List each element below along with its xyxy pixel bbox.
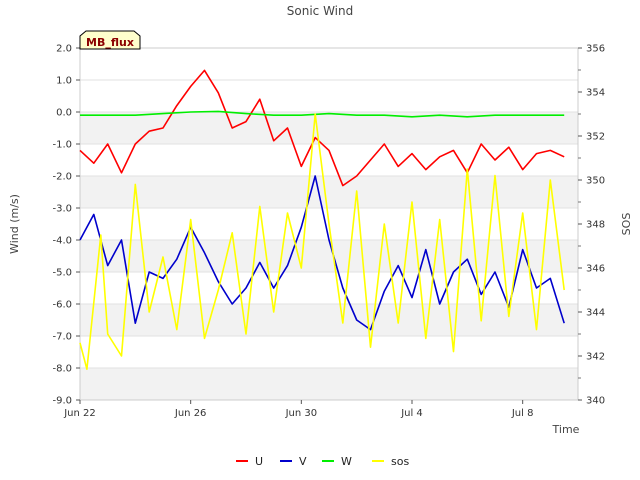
y-right-tick-label: 346 — [586, 264, 605, 275]
x-tick-label: Jul 4 — [400, 408, 423, 419]
y-left-tick-label: -4.0 — [52, 236, 72, 247]
y-axis-right-label: SOS — [620, 213, 633, 236]
y-left-tick-label: 1.0 — [56, 76, 72, 87]
y-left-tick-label: 0.0 — [56, 108, 72, 119]
x-tick-label: Jun 30 — [285, 408, 318, 419]
y-left-tick-label: -8.0 — [52, 364, 72, 375]
sonic-wind-chart: 2.0 1.0 0.0 -1.0 -2.0 -3.0 -4.0 -5.0 -6.0 -7.0 -8.… — [8, 4, 633, 468]
x-axis: Jun 22 Jun 26 Jun 30 Jul 4 Jul 8 — [63, 400, 533, 419]
y-left-tick-label: -7.0 — [52, 332, 72, 343]
y-right-tick-label: 340 — [586, 396, 605, 407]
y-left-tick-label: -1.0 — [52, 140, 72, 151]
left-axis: 2.0 1.0 0.0 -1.0 -2.0 -3.0 -4.0 -5.0 -6.0 -7.0 -8.… — [52, 44, 80, 407]
y-axis-left-label: Wind (m/s) — [8, 194, 21, 254]
y-right-tick-label: 352 — [586, 132, 605, 143]
legend-label-v: V — [299, 455, 307, 468]
background-band — [80, 176, 578, 208]
legend-label-u: U — [255, 455, 263, 468]
y-right-tick-label: 354 — [586, 88, 605, 99]
y-right-tick-label: 348 — [586, 220, 605, 231]
right-axis: 356 354 352 350 348 346 344 342 340 — [578, 44, 605, 407]
y-left-tick-label: -3.0 — [52, 204, 72, 215]
y-left-tick-label: 2.0 — [56, 44, 72, 55]
x-axis-label: Time — [552, 423, 580, 436]
y-right-tick-label: 356 — [586, 44, 605, 55]
y-left-tick-label: -9.0 — [52, 396, 72, 407]
background-band — [80, 368, 578, 400]
background-band — [80, 304, 578, 336]
legend-label-sos: sos — [391, 455, 409, 468]
y-left-tick-label: -2.0 — [52, 172, 72, 183]
site-badge-text: MB_flux — [86, 36, 134, 49]
x-tick-label: Jun 22 — [63, 408, 96, 419]
chart-title: Sonic Wind — [287, 4, 353, 18]
y-left-tick-label: -5.0 — [52, 268, 72, 279]
y-right-tick-label: 342 — [586, 352, 605, 363]
background-band — [80, 112, 578, 144]
x-tick-label: Jul 8 — [511, 408, 534, 419]
y-left-tick-label: -6.0 — [52, 300, 72, 311]
y-right-tick-label: 344 — [586, 308, 605, 319]
legend: U V Wsos — [236, 455, 409, 468]
x-tick-label: Jun 26 — [174, 408, 207, 419]
y-right-tick-label: 350 — [586, 176, 605, 187]
legend-label-w: W — [341, 455, 352, 468]
site-badge: MB_flux — [79, 30, 141, 50]
